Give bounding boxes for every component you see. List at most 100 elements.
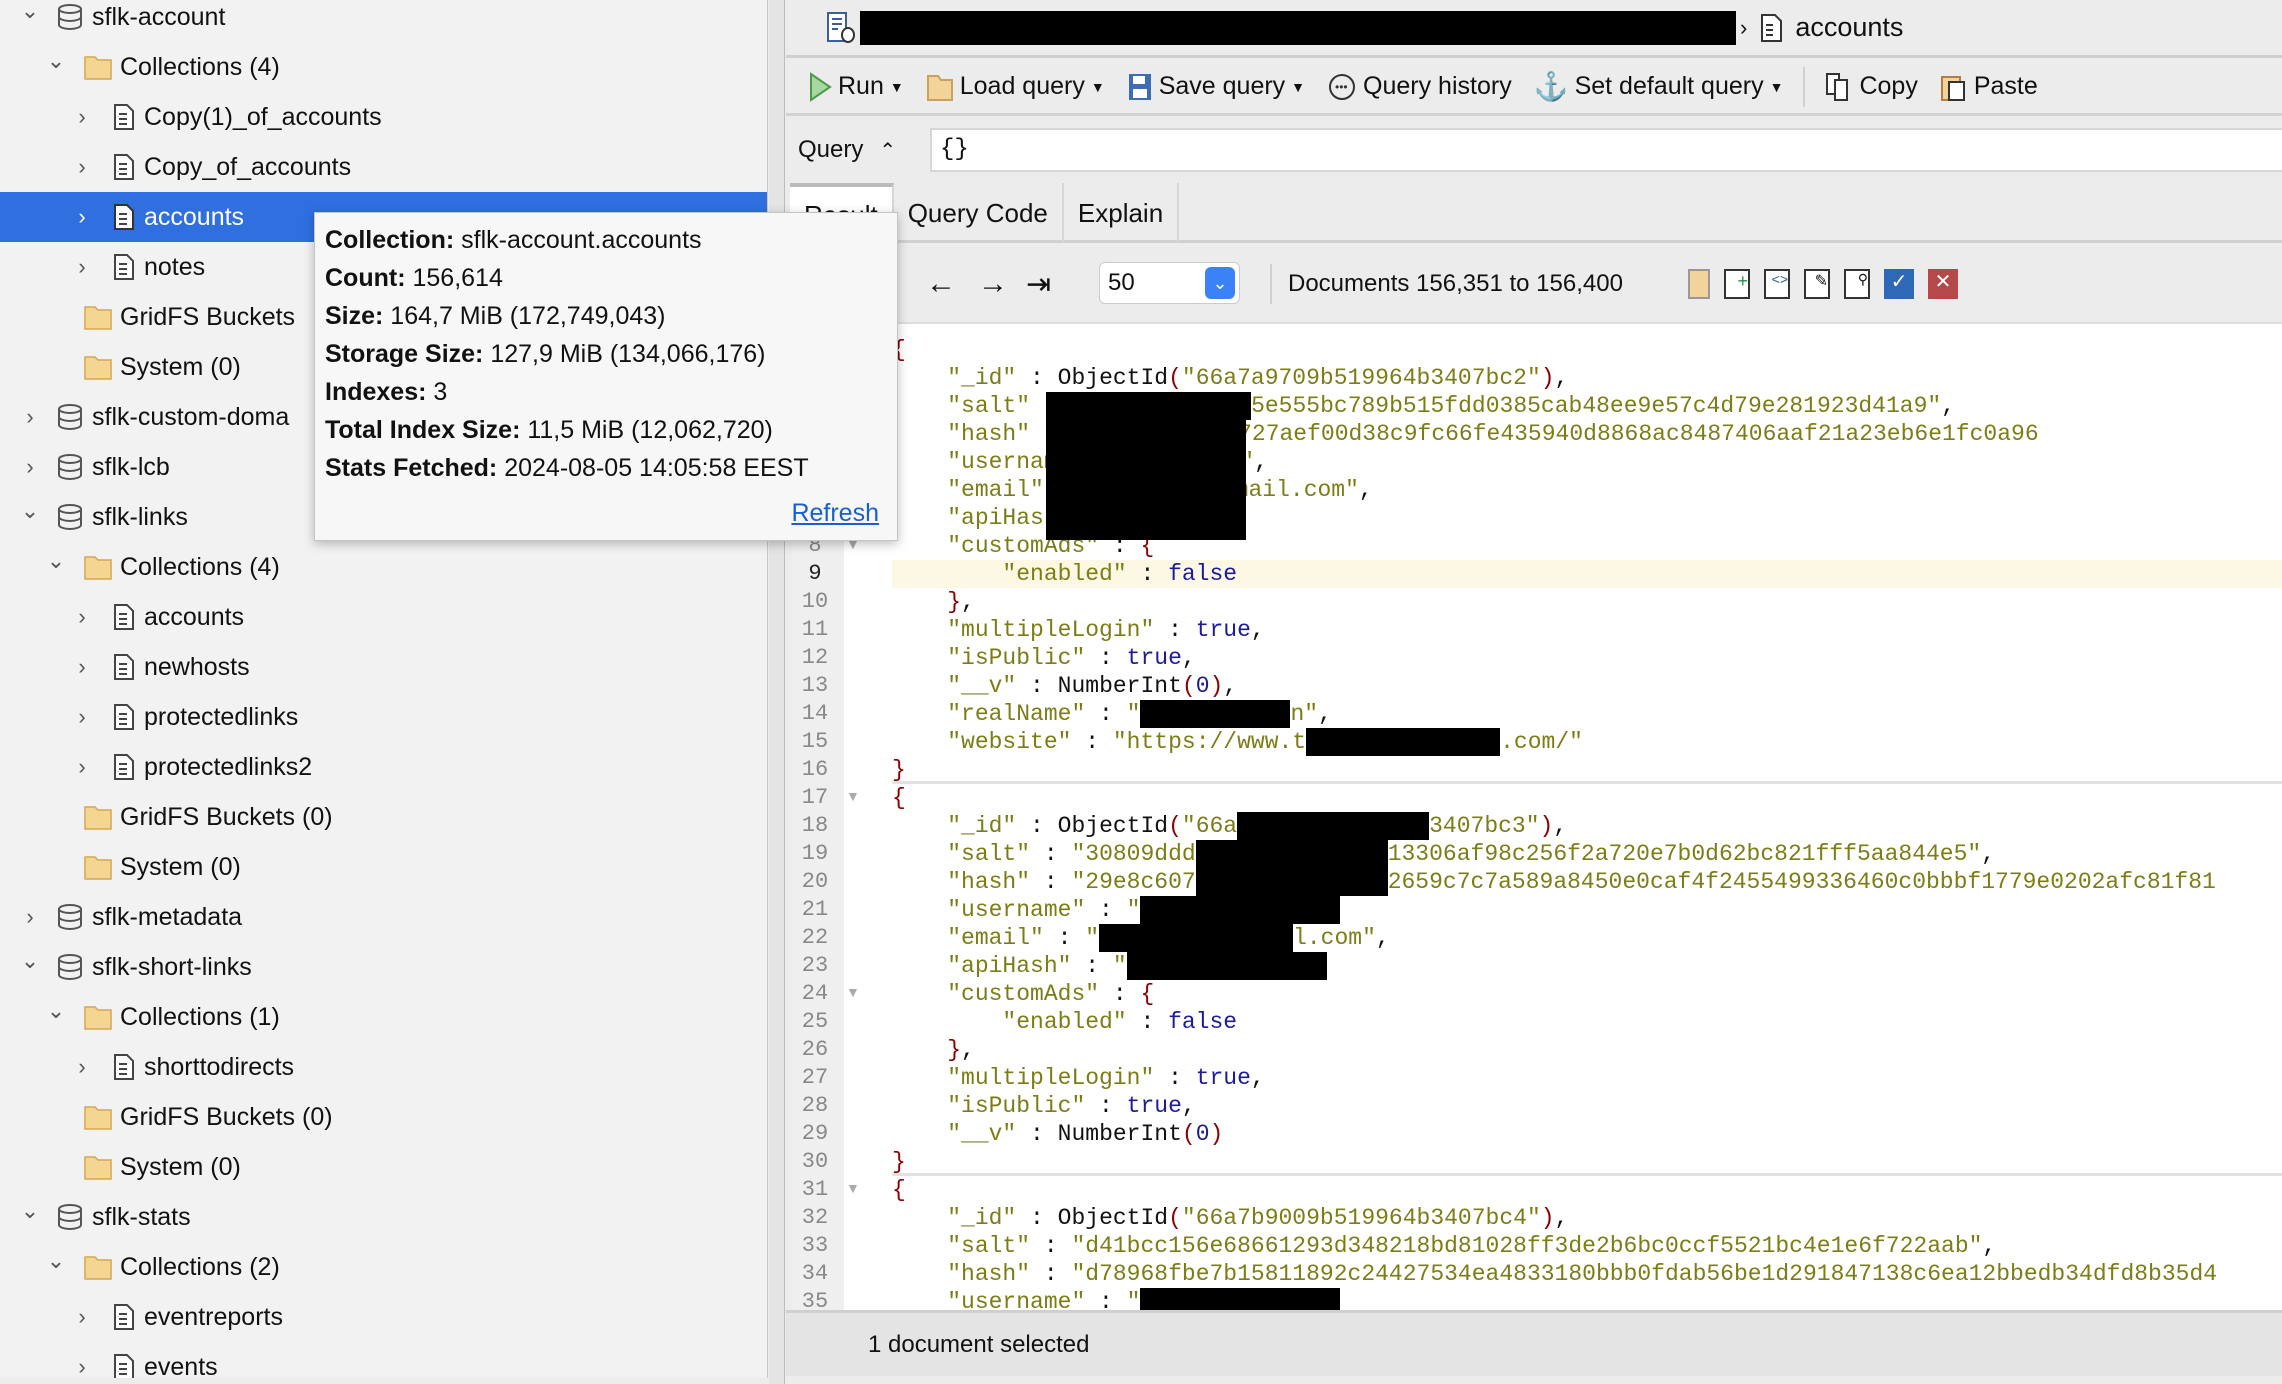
result-json-editor[interactable]: 1234567891011121314151617181920212223242… [792,322,2282,1310]
tree-item[interactable]: ⌄ sflk-account [0,0,767,42]
tree-item[interactable]: › newhosts [0,642,767,692]
folder-icon [84,306,112,330]
chevron-right-icon[interactable]: › [72,1054,92,1080]
delete-icon[interactable]: ✕ [1928,269,1958,299]
chevron-down-icon[interactable]: ⌄ [20,1198,40,1224]
edit-document-icon[interactable]: ✎ [1804,269,1830,299]
copy-button[interactable]: Copy [1817,65,1925,109]
page-size-select[interactable]: 50 ⌄ [1099,262,1240,304]
chevron-right-icon[interactable]: › [72,1354,92,1378]
code-token: ( [1181,673,1196,699]
tab-query-code[interactable]: Query Code [894,183,1064,243]
tree-item-label: protectedlinks2 [144,752,313,781]
tree-item[interactable]: ⌄ Collections (1) [0,992,767,1042]
chevron-down-icon[interactable]: ⌄ [46,48,66,74]
tree-item[interactable]: › eventreports [0,1292,767,1342]
tree-item[interactable]: › Copy(1)_of_accounts [0,92,767,142]
tree-item[interactable]: › protectedlinks2 [0,742,767,792]
tree-item-label: System (0) [120,352,241,381]
chevron-right-icon[interactable]: › [72,704,92,730]
run-button[interactable]: Run ▼ [800,65,912,109]
tree-item[interactable]: › Copy_of_accounts [0,142,767,192]
history-icon: ••• [1329,73,1356,100]
redacted-connection-path [860,10,1736,45]
chevron-down-icon[interactable]: ⌄ [46,998,66,1024]
tree-item[interactable]: ⌄ Collections (4) [0,42,767,92]
chevron-right-icon[interactable]: › [20,404,40,430]
tree-item[interactable]: ⌄ sflk-stats [0,1192,767,1242]
tree-item[interactable]: ⌄ sflk-short-links [0,942,767,992]
tree-item-label: newhosts [144,652,250,681]
code-line: "__v" : NumberInt(0) [892,1120,2282,1148]
validate-icon[interactable]: ✓ [1884,269,1914,299]
fold-toggle-icon[interactable]: ▼ [846,984,860,1000]
paste-button[interactable]: Paste [1932,65,2046,109]
collection-icon [114,104,134,130]
save-query-button[interactable]: Save query ▼ [1119,65,1313,109]
add-document-icon[interactable]: + [1724,269,1750,299]
database-icon [58,4,82,30]
tree-item[interactable]: System (0) [0,1142,767,1192]
tree-item-label: sflk-account [92,2,226,31]
tree-item[interactable]: › shorttodirects [0,1042,767,1092]
chevron-right-icon[interactable]: › [20,904,40,930]
tree-item[interactable]: GridFS Buckets (0) [0,1092,767,1142]
tree-item[interactable]: › protectedlinks [0,692,767,742]
code-token: ( [1168,365,1182,391]
set-default-query-button[interactable]: ⚓ Set default query ▼ [1526,65,1792,109]
chevron-down-icon[interactable]: ⌄ [46,548,66,574]
code-line: } [892,756,2282,784]
query-history-button[interactable]: ••• Query history [1319,65,1520,109]
last-page-icon[interactable]: ⇥ [1026,267,1051,302]
status-text: 1 document selected [868,1330,1090,1358]
tree-item[interactable]: ⌄ Collections (2) [0,1242,767,1292]
chevron-right-icon[interactable]: › [72,754,92,780]
code-token: : [1071,953,1113,979]
tree-item[interactable]: › sflk-metadata [0,892,767,942]
fold-toggle-icon[interactable]: ▼ [846,788,860,804]
tab-explain[interactable]: Explain [1064,183,1180,243]
chevron-right-icon[interactable]: › [72,654,92,680]
fold-toggle-icon[interactable]: ▼ [846,1180,860,1196]
chevron-right-icon[interactable]: › [72,254,92,280]
code-token: : [1071,729,1113,755]
tree-item[interactable]: › accounts [0,592,767,642]
chevron-down-icon[interactable]: ⌄ [20,0,40,24]
stat-value: 127,9 MiB (134,066,176) [483,340,766,368]
tree-item[interactable]: › events [0,1342,767,1378]
find-document-icon[interactable]: ⚲ [1844,269,1870,299]
chevron-right-icon[interactable]: › [72,154,92,180]
chevron-right-icon[interactable]: › [72,104,92,130]
collapse-query-icon[interactable]: ⌃ [879,138,896,163]
code-line: "salt" : "30809ddd 13306af98c256f2a720e7b… [892,840,2282,868]
tree-item[interactable]: ⌄ Collections (4) [0,542,767,592]
chevron-down-icon[interactable]: ⌄ [20,498,40,524]
tree-item[interactable]: GridFS Buckets (0) [0,792,767,842]
chevron-right-icon[interactable]: › [72,204,92,230]
code-token: 0 [1195,673,1210,699]
code-token: , [1254,449,1268,475]
line-number: 27 [801,1065,829,1090]
chevron-down-icon[interactable]: ⌄ [46,1248,66,1274]
code-token: : [1043,925,1086,951]
refresh-link[interactable]: Refresh [791,499,879,528]
panel-splitter[interactable] [769,0,785,1384]
query-input[interactable]: {} [930,128,2282,172]
code-line: "username" : " [892,896,2282,924]
tree-item-label: accounts [144,602,245,631]
next-page-icon[interactable]: → [978,267,1008,301]
chevron-right-icon[interactable]: › [72,1304,92,1330]
chevron-right-icon[interactable]: › [20,454,40,480]
tree-item[interactable]: System (0) [0,842,767,892]
chevron-down-icon[interactable]: ⌄ [20,948,40,974]
load-query-button[interactable]: Load query ▼ [918,65,1113,109]
previous-page-icon[interactable]: ← [926,267,956,301]
view-code-icon[interactable]: <> [1764,269,1790,299]
chevron-right-icon[interactable]: › [72,604,92,630]
code-token: , [1553,813,1568,839]
lock-icon[interactable] [1688,269,1710,299]
